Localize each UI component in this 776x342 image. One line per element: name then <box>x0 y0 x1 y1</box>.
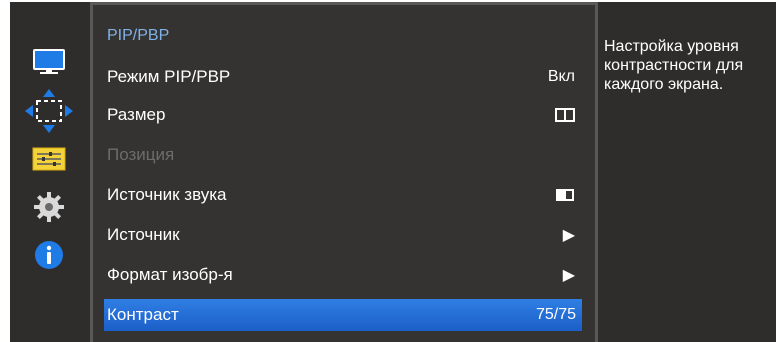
menu-item-picture-size[interactable]: Формат изобр-я ▶ <box>107 259 581 291</box>
sound-source-icon <box>556 189 574 201</box>
menu-item-label: Размер <box>107 105 166 124</box>
menu-item-size[interactable]: Размер <box>107 99 581 131</box>
menu-item-label: Позиция <box>107 145 175 164</box>
menu-item-label: Источник <box>107 225 180 244</box>
sidebar-item-settings[interactable] <box>10 184 88 230</box>
sidebar-item-picture[interactable] <box>10 40 88 86</box>
move-arrows-icon <box>25 89 73 133</box>
gear-icon <box>34 192 64 222</box>
chevron-right-icon: ▶ <box>562 227 575 244</box>
menu-title: PIP/PBP <box>107 27 170 44</box>
pip-pbp-menu: PIP/PBP Режим PIP/PBP Вкл Размер Позиция… <box>90 2 598 342</box>
menu-item-position: Позиция <box>107 139 581 171</box>
chevron-right-icon: ▶ <box>562 267 575 284</box>
sidebar-item-system[interactable] <box>10 136 88 182</box>
sidebar-item-pip-pbp[interactable] <box>10 88 88 134</box>
split-screen-icon <box>555 108 575 122</box>
info-icon <box>35 241 63 269</box>
menu-item-pip-pbp-mode[interactable]: Режим PIP/PBP Вкл <box>107 61 581 93</box>
menu-item-value: Вкл <box>547 68 575 85</box>
menu-item-contrast[interactable]: Контраст 75/75 <box>104 299 582 331</box>
menu-item-value: 75/75 <box>535 306 576 323</box>
menu-item-sound-source[interactable]: Источник звука <box>107 179 581 211</box>
menu-item-label: Режим PIP/PBP <box>107 67 231 86</box>
menu-item-label: Источник звука <box>107 185 227 204</box>
osd-window: PIP/PBP Режим PIP/PBP Вкл Размер Позиция… <box>10 2 776 342</box>
sidebar <box>10 40 88 310</box>
monitor-icon <box>33 49 65 74</box>
settings-sliders-icon <box>32 147 66 171</box>
menu-item-label: Формат изобр-я <box>107 265 233 284</box>
menu-item-label: Контраст <box>107 305 179 324</box>
help-text: Настройка уровня контрастности для каждо… <box>604 38 744 93</box>
menu-item-source[interactable]: Источник ▶ <box>107 219 581 251</box>
sidebar-item-information[interactable] <box>10 232 88 278</box>
